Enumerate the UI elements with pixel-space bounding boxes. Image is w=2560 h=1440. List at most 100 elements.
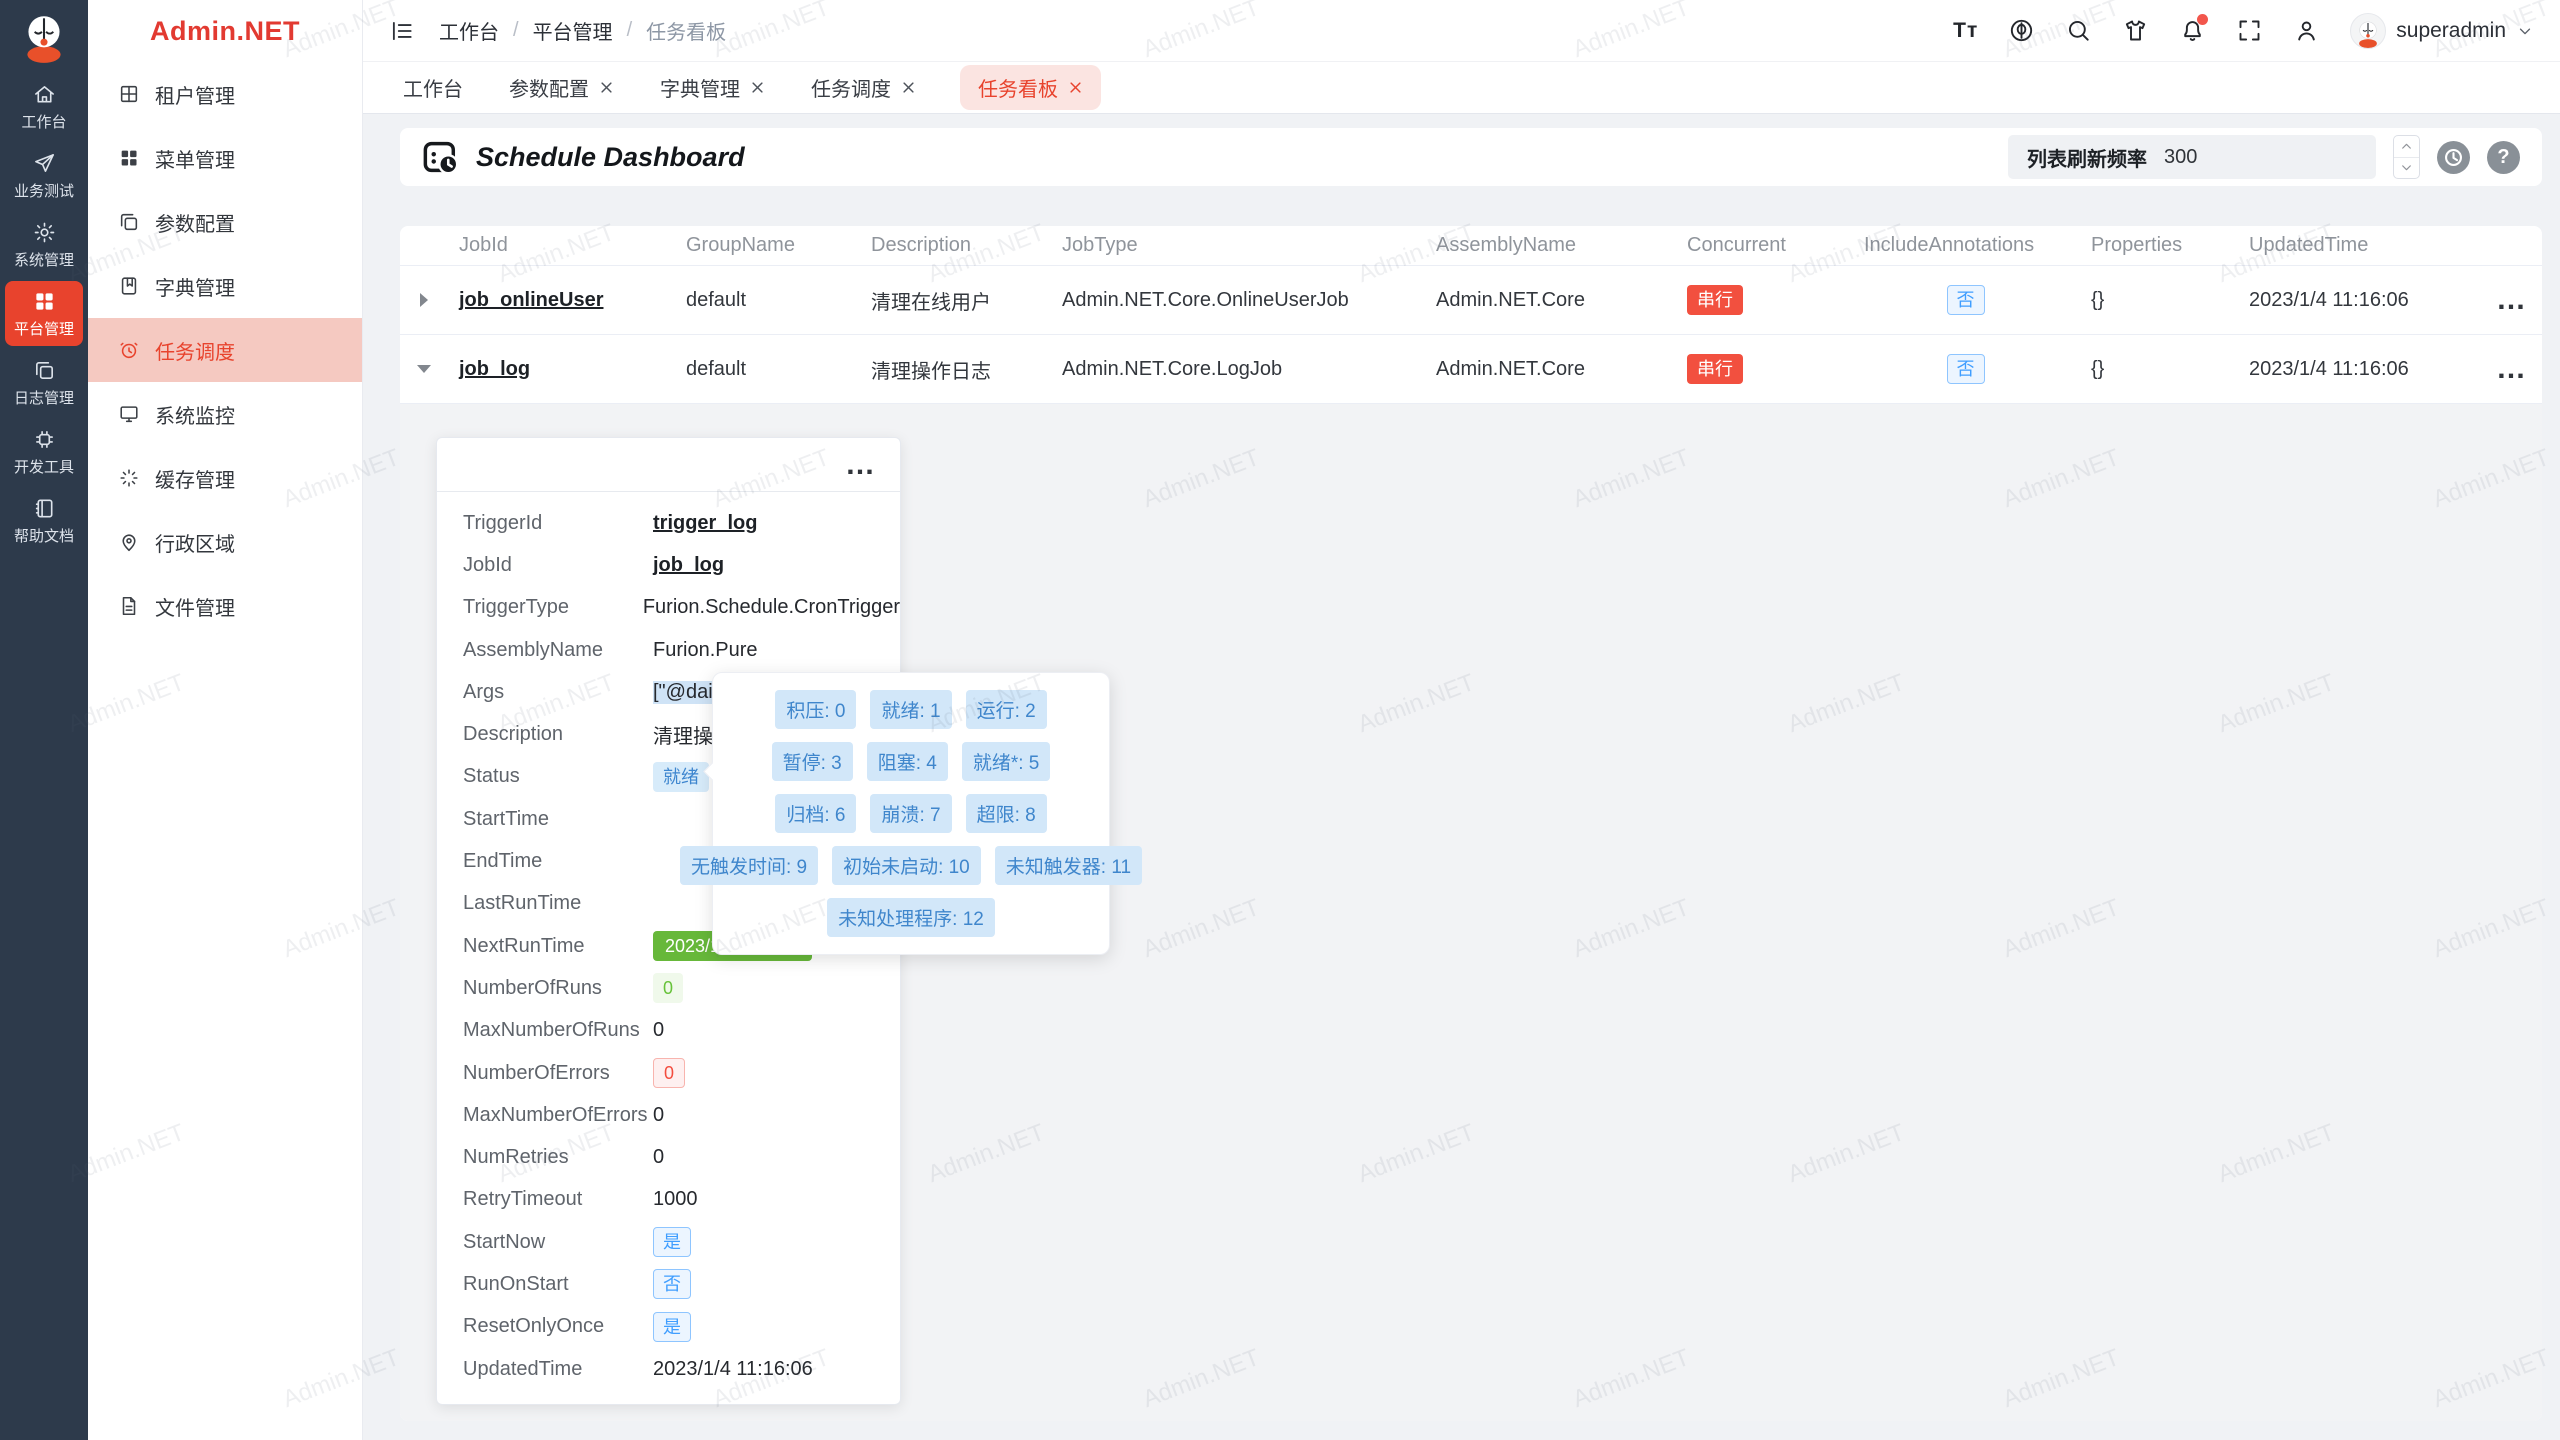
job-id-link[interactable]: job_onlineUser [459, 289, 603, 311]
detail-label: MaxNumberOfRuns [463, 1019, 653, 1042]
status-tag[interactable]: 就绪 [653, 762, 709, 792]
profile-button[interactable] [2293, 17, 2320, 44]
question-mark-icon: ? [2497, 146, 2509, 169]
stepper-up-button[interactable] [2394, 136, 2419, 157]
tab-close-icon[interactable] [1068, 80, 1083, 95]
detail-panel-header: … [437, 438, 900, 492]
tab-param-config[interactable]: 参数配置 [507, 65, 616, 110]
search-icon [2065, 17, 2092, 44]
rail-item-system-mgmt[interactable]: 系统管理 [5, 212, 83, 277]
detail-value: 1000 [653, 1188, 698, 1211]
detail-value: Furion.Schedule.CronTrigger [643, 596, 900, 619]
app-logo-icon[interactable] [16, 10, 72, 66]
fullscreen-icon [2236, 17, 2263, 44]
tab-close-icon[interactable] [901, 80, 916, 95]
status-badge: 超限: 8 [966, 794, 1047, 833]
detail-label: NextRunTime [463, 935, 653, 958]
tab-close-icon[interactable] [750, 80, 765, 95]
popover-row: 暂停: 3 阻塞: 4 就绪*: 5 [772, 742, 1051, 781]
cell-group-name: default [674, 358, 859, 381]
sidebar-item-menu-mgmt[interactable]: 菜单管理 [88, 126, 362, 190]
sidebar-item-task-schedule[interactable]: 任务调度 [88, 318, 362, 382]
status-badge: 暂停: 3 [772, 742, 853, 781]
caret-down-icon [417, 365, 431, 373]
refresh-stepper [2393, 135, 2420, 179]
rail-item-log-mgmt[interactable]: 日志管理 [5, 350, 83, 415]
user-menu[interactable]: superadmin [2350, 13, 2534, 49]
shirt-icon [2122, 17, 2149, 44]
breadcrumb: 工作台 / 平台管理 / 任务看板 [439, 16, 726, 45]
sidebar-item-label: 参数配置 [155, 208, 235, 237]
fullscreen-button[interactable] [2236, 17, 2263, 44]
column-header: JobType [1050, 234, 1424, 257]
status-badge: 崩溃: 7 [870, 794, 951, 833]
tab-close-icon[interactable] [599, 80, 614, 95]
search-button[interactable] [2065, 17, 2092, 44]
theme-button[interactable] [2122, 17, 2149, 44]
cell-updated-time: 2023/1/4 11:16:06 [2237, 289, 2481, 312]
param-docs-icon [118, 211, 140, 233]
tab-task-dashboard[interactable]: 任务看板 [960, 65, 1101, 110]
tab-task-schedule[interactable]: 任务调度 [809, 65, 918, 110]
sidebar-item-label: 字典管理 [155, 272, 235, 301]
sidebar-item-param-config[interactable]: 参数配置 [88, 190, 362, 254]
help-button[interactable]: ? [2487, 141, 2520, 174]
tab-workbench[interactable]: 工作台 [401, 65, 465, 110]
table-header-row: JobId GroupName Description JobType Asse… [400, 226, 2542, 266]
job-id-link[interactable]: job_log [459, 358, 530, 380]
language-button[interactable] [2008, 17, 2035, 44]
rail-item-dev-tools[interactable]: 开发工具 [5, 419, 83, 484]
status-badge: 运行: 2 [966, 690, 1047, 729]
detail-label: AssemblyName [463, 639, 653, 662]
detail-label: RunOnStart [463, 1273, 653, 1296]
detail-label: NumberOfRuns [463, 977, 653, 1000]
job-id-link[interactable]: job_log [653, 554, 724, 577]
detail-label: Args [463, 681, 653, 704]
breadcrumb-item[interactable]: 平台管理 [533, 16, 613, 45]
font-size-button[interactable]: Tт [1953, 19, 1978, 43]
tab-dict-mgmt[interactable]: 字典管理 [658, 65, 767, 110]
location-pin-icon [118, 531, 140, 553]
trigger-id-link[interactable]: trigger_log [653, 512, 757, 535]
column-header: AssemblyName [1424, 234, 1675, 257]
popover-row: 积压: 0 就绪: 1 运行: 2 [775, 690, 1046, 729]
tab-label: 字典管理 [660, 73, 740, 102]
breadcrumb-item[interactable]: 工作台 [439, 16, 499, 45]
rail-item-platform-mgmt[interactable]: 平台管理 [5, 281, 83, 346]
font-size-icon: Tт [1953, 19, 1978, 43]
detail-label: NumRetries [463, 1146, 653, 1169]
rail-item-label: 日志管理 [14, 387, 74, 408]
cell-job-type: Admin.NET.Core.OnlineUserJob [1050, 289, 1424, 312]
rail-item-workbench[interactable]: 工作台 [5, 74, 83, 139]
expand-row-button[interactable] [400, 293, 447, 307]
sidebar-collapse-button[interactable] [389, 16, 419, 46]
sidebar-item-dict-mgmt[interactable]: 字典管理 [88, 254, 362, 318]
notifications-button[interactable] [2179, 17, 2206, 44]
rail-item-business-test[interactable]: 业务测试 [5, 143, 83, 208]
sidebar-item-system-monitor[interactable]: 系统监控 [88, 382, 362, 446]
panel-actions-button[interactable]: … [845, 460, 876, 470]
cell-description: 清理在线用户 [859, 286, 1050, 315]
tab-label: 工作台 [403, 73, 463, 102]
refresh-timer-button[interactable] [2437, 141, 2470, 174]
table-row: job_log default 清理操作日志 Admin.NET.Core.Lo… [400, 335, 2542, 404]
row-actions-button[interactable]: … [2496, 295, 2527, 305]
reset-only-once-tag: 是 [653, 1312, 691, 1342]
chevron-up-icon [2400, 140, 2413, 153]
username: superadmin [2396, 19, 2506, 43]
monitor-icon [118, 403, 140, 425]
collapse-row-button[interactable] [400, 365, 447, 373]
rail-item-help-docs[interactable]: 帮助文档 [5, 488, 83, 553]
sidebar-item-cache-mgmt[interactable]: 缓存管理 [88, 446, 362, 510]
stepper-down-button[interactable] [2394, 157, 2419, 179]
column-header: JobId [447, 234, 674, 257]
refresh-frequency-input[interactable]: 列表刷新频率 300 [2008, 135, 2376, 179]
sidebar-item-file-mgmt[interactable]: 文件管理 [88, 574, 362, 638]
detail-label: TriggerType [463, 596, 643, 619]
rail-item-label: 业务测试 [14, 180, 74, 201]
sidebar-item-tenant-mgmt[interactable]: 租户管理 [88, 62, 362, 126]
row-actions-button[interactable]: … [2496, 364, 2527, 374]
sidebar-item-admin-region[interactable]: 行政区域 [88, 510, 362, 574]
cell-description: 清理操作日志 [859, 355, 1050, 384]
notebook-icon [33, 497, 56, 520]
